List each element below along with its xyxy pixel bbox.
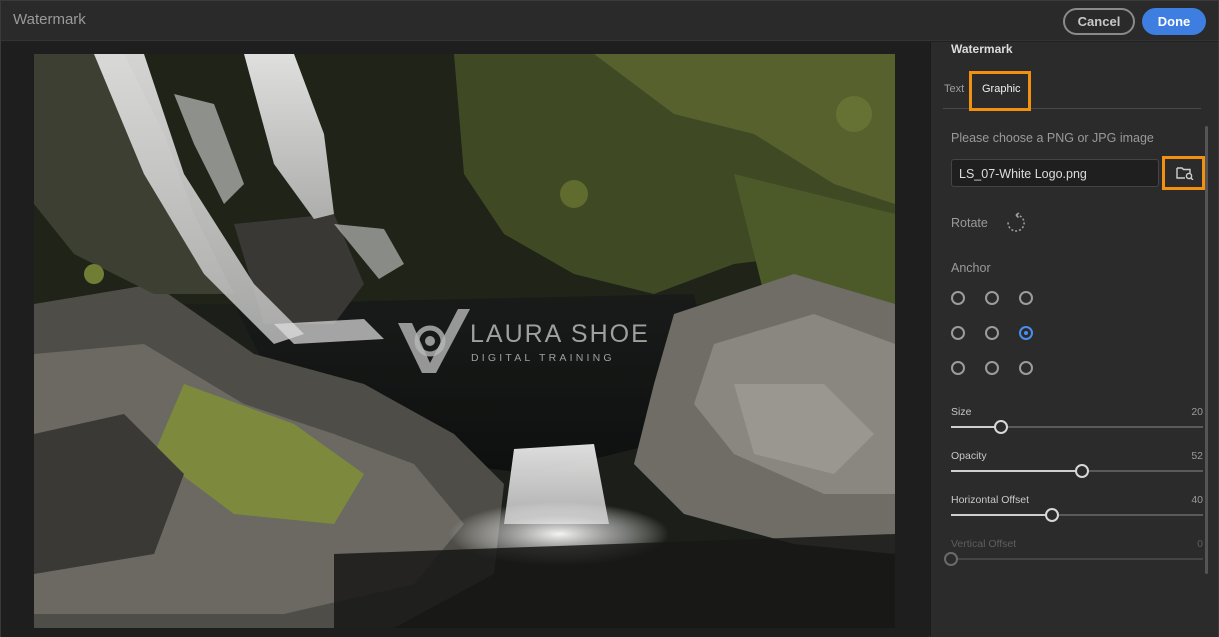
vertical-offset-value: 0: [1197, 538, 1203, 550]
watermark-dialog: Watermark Cancel Done LAURA SHOE DIGITAL…: [0, 0, 1219, 637]
cancel-button[interactable]: Cancel: [1063, 8, 1135, 35]
horizontal-offset-slider: Horizontal Offset 40: [951, 494, 1203, 530]
done-button[interactable]: Done: [1142, 8, 1206, 35]
vertical-offset-thumb: [944, 552, 958, 566]
anchor-center[interactable]: [985, 326, 999, 340]
anchor-label: Anchor: [951, 261, 991, 275]
folder-search-icon: [1176, 167, 1194, 180]
horizontal-offset-fill: [951, 514, 1052, 516]
opacity-slider: Opacity 52: [951, 450, 1203, 486]
anchor-top-right[interactable]: [1019, 291, 1033, 305]
tab-text[interactable]: Text: [944, 83, 964, 95]
rotate-icon[interactable]: [1005, 212, 1027, 234]
opacity-thumb[interactable]: [1075, 464, 1090, 478]
anchor-grid: [951, 291, 1041, 375]
opacity-fill: [951, 470, 1083, 472]
panel-scrollbar[interactable]: [1205, 126, 1208, 574]
horizontal-offset-track[interactable]: [951, 508, 1203, 522]
size-track[interactable]: [951, 420, 1203, 434]
opacity-value: 52: [1191, 450, 1203, 462]
size-thumb[interactable]: [994, 420, 1009, 434]
watermark-subtitle: DIGITAL TRAINING: [471, 352, 615, 364]
vertical-offset-label: Vertical Offset: [951, 538, 1017, 550]
anchor-middle-right[interactable]: [1019, 326, 1033, 340]
preview-area: LAURA SHOE DIGITAL TRAINING: [1, 42, 929, 637]
watermark-name: LAURA SHOE: [470, 320, 650, 348]
watermark-overlay[interactable]: LAURA SHOE DIGITAL TRAINING: [396, 307, 648, 377]
watermark-logo-icon: [398, 309, 470, 373]
size-slider: Size 20: [951, 406, 1203, 442]
anchor-bottom-right[interactable]: [1019, 361, 1033, 375]
opacity-track[interactable]: [951, 464, 1203, 478]
dialog-title: Watermark: [13, 11, 86, 28]
panel-title: Watermark: [951, 42, 1013, 56]
dialog-header: Watermark Cancel Done: [1, 1, 1218, 41]
vertical-offset-slider: Vertical Offset 0: [944, 538, 1203, 574]
vertical-offset-track: [944, 552, 1203, 566]
anchor-bottom-left[interactable]: [951, 361, 965, 375]
size-value: 20: [1191, 406, 1203, 418]
horizontal-offset-label: Horizontal Offset: [951, 494, 1030, 506]
browse-button[interactable]: [1162, 156, 1205, 190]
file-name-field[interactable]: LS_07-White Logo.png: [951, 159, 1159, 187]
opacity-label: Opacity: [951, 450, 987, 462]
rotate-label: Rotate: [951, 216, 988, 230]
preview-photo: LAURA SHOE DIGITAL TRAINING: [34, 54, 895, 628]
tab-graphic[interactable]: Graphic: [969, 71, 1031, 111]
size-label: Size: [951, 406, 972, 418]
horizontal-offset-value: 40: [1191, 494, 1203, 506]
choose-image-label: Please choose a PNG or JPG image: [951, 131, 1154, 145]
anchor-middle-left[interactable]: [951, 326, 965, 340]
anchor-bottom-center[interactable]: [985, 361, 999, 375]
horizontal-offset-thumb[interactable]: [1044, 508, 1059, 522]
anchor-top-left[interactable]: [951, 291, 965, 305]
watermark-type-tabs: Text Graphic: [943, 71, 1201, 111]
watermark-settings-panel: Watermark Text Graphic Please choose a P…: [930, 42, 1218, 637]
anchor-top-center[interactable]: [985, 291, 999, 305]
